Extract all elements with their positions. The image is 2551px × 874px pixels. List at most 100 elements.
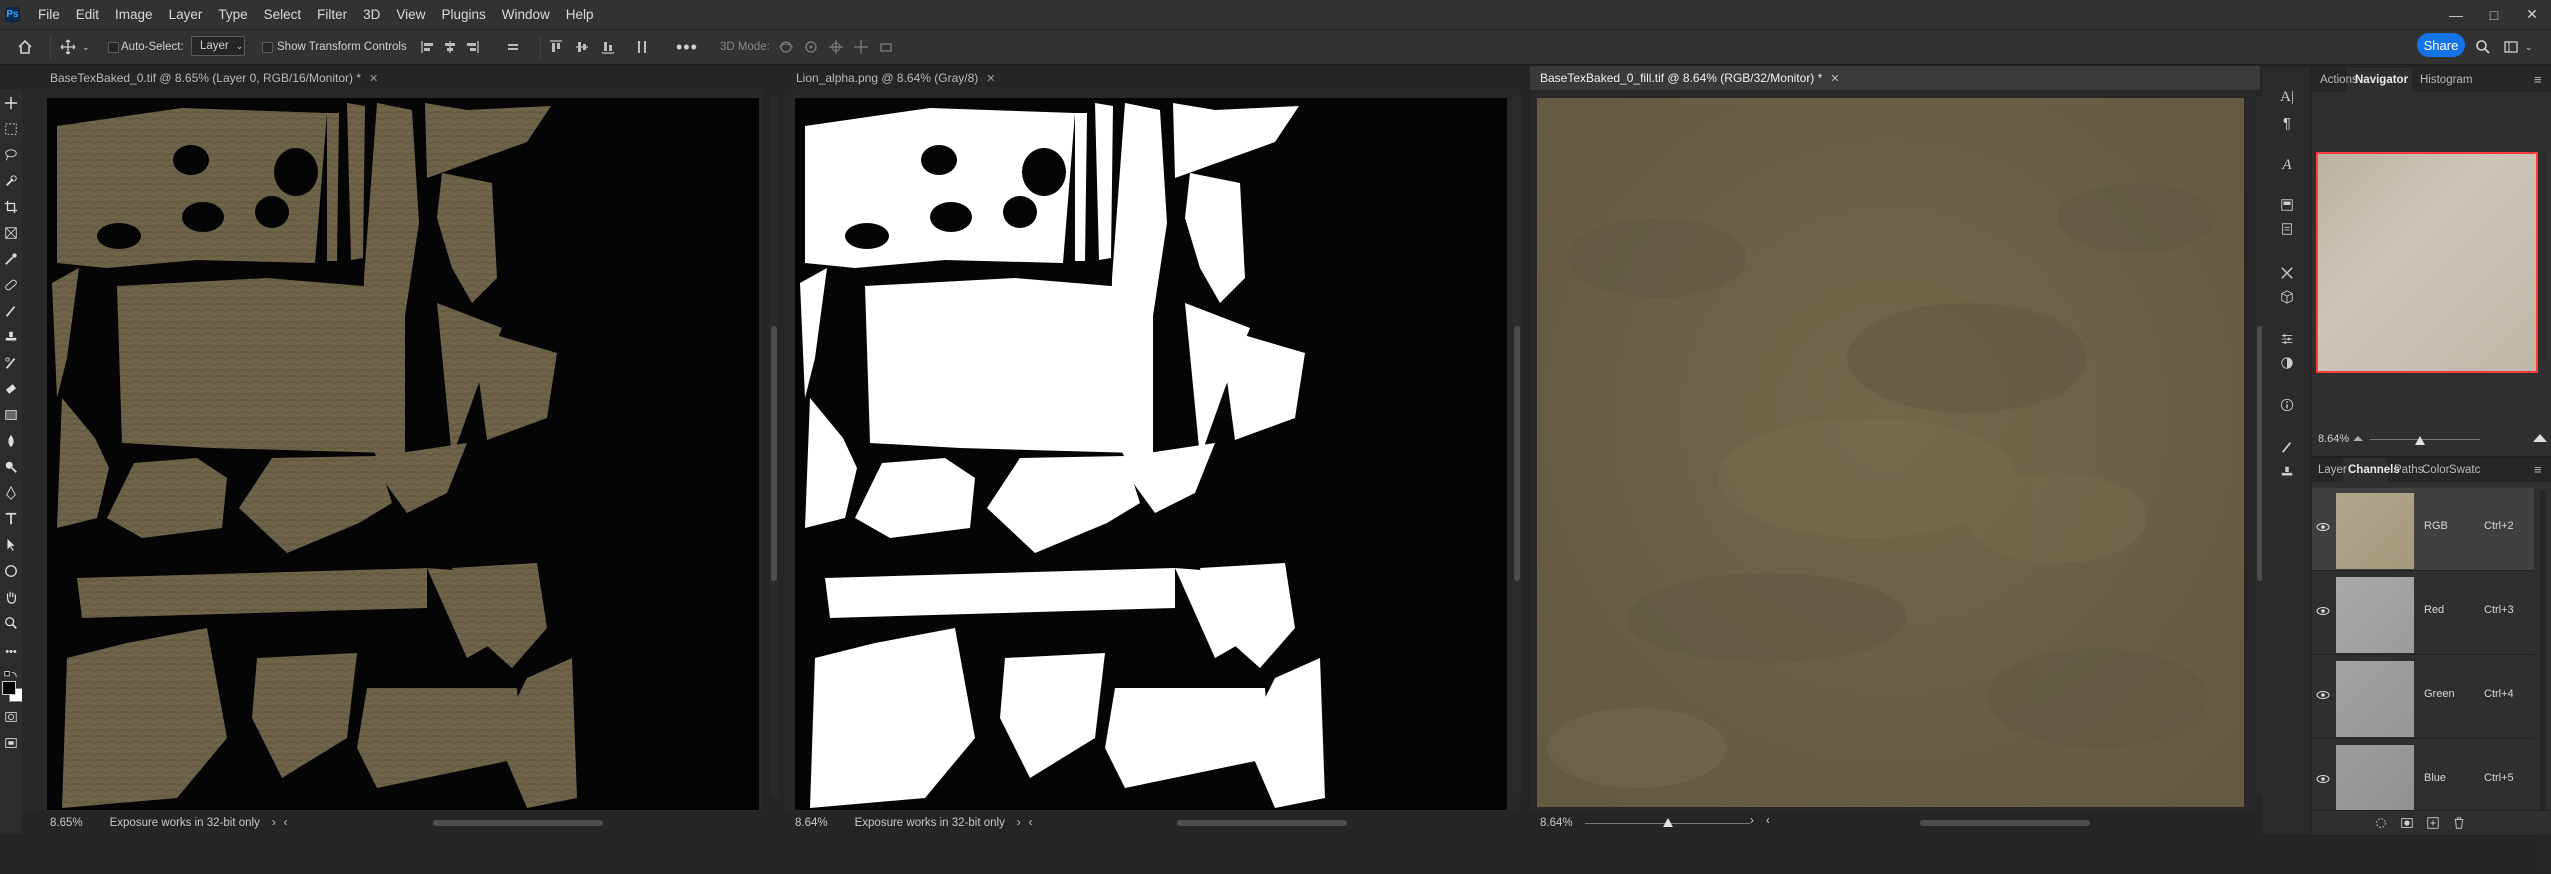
3d-panel-icon[interactable] (2278, 288, 2296, 306)
texture-canvas-1[interactable] (47, 98, 759, 810)
brushes-panel-icon[interactable] (2278, 264, 2296, 282)
tab-navigator[interactable]: Navigator (2355, 74, 2408, 86)
canvas-area-1[interactable] (22, 89, 762, 811)
horizontal-scroll-thumb-3[interactable] (1920, 820, 2090, 826)
eyedropper-tool-icon[interactable] (3, 251, 19, 267)
exposure-slider[interactable] (1585, 818, 1750, 834)
menu-select[interactable]: Select (256, 0, 310, 29)
vertical-scrollbar-2[interactable] (1513, 96, 1521, 796)
tool-preset-chevron-icon[interactable]: ⌄ (82, 30, 90, 64)
zoom-level[interactable]: 8.64% (1540, 817, 1573, 829)
scroll-left-icon[interactable]: ‹ (1766, 815, 1770, 827)
character-panel-icon[interactable]: A| (2278, 88, 2296, 106)
navigator-zoom-slider[interactable] (2370, 436, 2480, 449)
canvas-area-3[interactable] (1530, 90, 2255, 812)
marquee-tool-icon[interactable] (3, 121, 19, 137)
workspace-chevron-icon[interactable]: ⌄ (2525, 30, 2533, 64)
tab-histogram[interactable]: Histogram (2420, 74, 2472, 86)
maximize-icon[interactable]: □ (2474, 0, 2514, 29)
share-button[interactable]: Share (2417, 33, 2465, 57)
minimize-icon[interactable]: — (2436, 0, 2476, 29)
dodge-tool-icon[interactable] (3, 459, 19, 475)
properties-panel-icon[interactable] (2278, 196, 2296, 214)
tab-paths[interactable]: Paths (2394, 464, 2423, 476)
tab-channels[interactable]: Channels (2348, 464, 2400, 476)
brush-tool-icon[interactable] (3, 303, 19, 319)
doc-tab-basetexbaked[interactable]: BaseTexBaked_0.tif @ 8.65% (Layer 0, RGB… (50, 68, 378, 88)
panel-menu-icon[interactable]: ≡ (2534, 462, 2542, 477)
exposure-slider-thumb[interactable] (1662, 818, 1673, 827)
channel-row-red[interactable]: Red Ctrl+3 (2312, 572, 2534, 655)
menu-plugins[interactable]: Plugins (433, 0, 493, 29)
tab-swatches[interactable]: Swatc (2449, 464, 2480, 476)
tab-color[interactable]: Color (2422, 464, 2449, 476)
status-arrow-icon[interactable]: › (1750, 815, 1754, 827)
navigator-preview-frame[interactable] (2316, 152, 2538, 373)
channel-row-green[interactable]: Green Ctrl+4 (2312, 656, 2534, 739)
scroll-left-icon[interactable]: ‹ (1029, 817, 1033, 829)
3d-pan-icon[interactable] (828, 39, 844, 55)
search-icon[interactable] (2475, 39, 2491, 55)
align-center-icon[interactable] (442, 39, 458, 55)
edit-toolbar-icon[interactable]: ••• (3, 644, 19, 660)
menu-layer[interactable]: Layer (161, 0, 211, 29)
workspace-icon[interactable] (2503, 39, 2519, 55)
clone-stamp-tool-icon[interactable] (3, 329, 19, 345)
align-top-icon[interactable] (548, 39, 564, 55)
frame-tool-icon[interactable] (3, 225, 19, 241)
distribute-icon[interactable] (505, 39, 521, 55)
path-selection-tool-icon[interactable] (3, 537, 19, 553)
color-panel-icon[interactable] (2278, 354, 2296, 372)
zoom-level[interactable]: 8.65% (50, 817, 83, 829)
vertical-scrollbar-1[interactable] (770, 96, 778, 796)
transform-controls-checkbox[interactable] (262, 42, 273, 53)
zoom-in-icon[interactable] (2532, 431, 2548, 443)
adjustments-panel-icon[interactable] (2278, 330, 2296, 348)
menu-type[interactable]: Type (210, 0, 255, 29)
menu-help[interactable]: Help (558, 0, 602, 29)
move-tool-icon[interactable] (3, 95, 19, 111)
alpha-canvas[interactable] (795, 98, 1507, 810)
info-panel-icon[interactable] (2278, 396, 2296, 414)
menu-edit[interactable]: Edit (68, 0, 107, 29)
3d-scale-icon[interactable] (878, 39, 894, 55)
eye-icon[interactable] (2316, 522, 2330, 532)
navigator-slider-thumb[interactable] (2414, 436, 2425, 445)
auto-select-dropdown[interactable]: Layer ⌄ (191, 36, 245, 56)
scroll-thumb[interactable] (771, 326, 777, 581)
horizontal-scroll-thumb-2[interactable] (1177, 820, 1347, 826)
zoom-level[interactable]: 8.64% (795, 817, 828, 829)
home-icon[interactable] (17, 39, 33, 55)
healing-brush-tool-icon[interactable] (3, 277, 19, 293)
status-arrow-icon[interactable]: › (1017, 817, 1021, 829)
3d-roll-icon[interactable] (803, 39, 819, 55)
ellipse-tool-icon[interactable] (3, 563, 19, 579)
3d-orbit-icon[interactable] (778, 39, 794, 55)
close-icon[interactable]: ✕ (1830, 72, 1839, 85)
menu-3d[interactable]: 3D (355, 0, 388, 29)
fill-texture-canvas[interactable] (1537, 98, 2244, 807)
move-tool-icon[interactable] (60, 39, 76, 55)
horizontal-scroll-thumb-1[interactable] (433, 820, 603, 826)
close-icon[interactable]: ✕ (369, 72, 378, 85)
quick-select-tool-icon[interactable] (3, 173, 19, 189)
type-tool-icon[interactable] (3, 511, 19, 527)
close-icon[interactable]: ✕ (986, 72, 995, 85)
canvas-area-2[interactable] (785, 89, 1520, 811)
close-icon[interactable]: ✕ (2512, 0, 2551, 29)
status-arrow-icon[interactable]: › (272, 817, 276, 829)
clone-source-icon[interactable] (2278, 463, 2296, 481)
quick-mask-icon[interactable] (3, 709, 19, 725)
screen-mode-icon[interactable] (3, 735, 19, 751)
menu-filter[interactable]: Filter (309, 0, 355, 29)
more-options-icon[interactable]: ••• (676, 30, 698, 64)
tab-layer[interactable]: Layer (2318, 464, 2347, 476)
align-right-icon[interactable] (464, 39, 480, 55)
navigator-zoom[interactable]: 8.64% (2318, 433, 2349, 445)
doc-tab-lion-alpha[interactable]: Lion_alpha.png @ 8.64% (Gray/8) ✕ (796, 68, 996, 88)
zoom-out-icon[interactable] (2352, 433, 2364, 443)
glyphs-panel-icon[interactable]: A (2278, 156, 2296, 174)
eye-icon[interactable] (2316, 606, 2330, 616)
eye-icon[interactable] (2316, 690, 2330, 700)
save-selection-icon[interactable] (2400, 816, 2414, 830)
